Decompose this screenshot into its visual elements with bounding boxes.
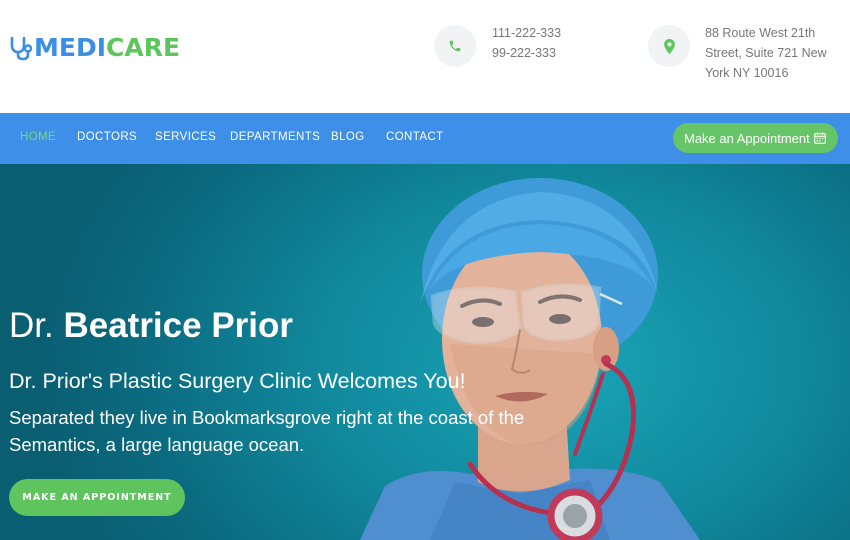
hero-appointment-button[interactable]: MAKE AN APPOINTMENT bbox=[9, 479, 185, 516]
logo[interactable]: MEDICARE bbox=[8, 34, 180, 62]
calendar-icon bbox=[813, 132, 826, 144]
make-appointment-label: Make an Appointment bbox=[684, 130, 810, 146]
main-nav: HOME DOCTORS SERVICES DEPARTMENTS BLOG C… bbox=[0, 113, 850, 164]
hero-title: Dr. Beatrice Prior bbox=[9, 305, 293, 347]
nav-item-home[interactable]: HOME bbox=[20, 131, 56, 143]
brand-name-part1: MEDI bbox=[34, 33, 107, 62]
hero-banner: Dr. Beatrice Prior Dr. Prior's Plastic S… bbox=[0, 164, 850, 540]
nav-item-contact[interactable]: CONTACT bbox=[386, 131, 444, 143]
phone-icon bbox=[449, 40, 461, 52]
hero-title-prefix: Dr. bbox=[9, 306, 64, 345]
stethoscope-icon bbox=[10, 36, 33, 61]
hero-title-name: Beatrice Prior bbox=[63, 306, 294, 345]
address-text: 88 Route West 21th Street, Suite 721 New… bbox=[705, 23, 835, 83]
site-header: MEDICARE 111-222-333 99-222-333 88 Route… bbox=[0, 0, 850, 110]
address-line-1: 88 Route West 21th bbox=[705, 26, 816, 40]
phone-icon-circle bbox=[434, 25, 476, 67]
phone-numbers: 111-222-333 99-222-333 bbox=[492, 23, 561, 63]
phone-contact: 111-222-333 99-222-333 bbox=[434, 25, 561, 67]
make-appointment-button[interactable]: Make an Appointment bbox=[673, 123, 838, 153]
address-line-3: York NY 10016 bbox=[705, 66, 789, 80]
nav-item-departments[interactable]: DEPARTMENTS bbox=[230, 131, 320, 143]
brand-name-part2: CARE bbox=[106, 33, 181, 62]
address-contact: 88 Route West 21th Street, Suite 721 New… bbox=[648, 25, 827, 80]
brand-name: MEDICARE bbox=[34, 34, 180, 62]
hero-description: Separated they live in Bookmarksgrove ri… bbox=[9, 407, 525, 455]
nav-item-services[interactable]: SERVICES bbox=[155, 131, 216, 143]
phone-number-1[interactable]: 111-222-333 bbox=[492, 23, 561, 43]
address-line-2: Street, Suite 721 New bbox=[705, 46, 827, 60]
location-icon-circle bbox=[648, 25, 690, 67]
phone-number-2[interactable]: 99-222-333 bbox=[492, 43, 561, 63]
hero-subtitle: Dr. Prior's Plastic Surgery Clinic Welco… bbox=[9, 369, 466, 393]
nav-item-doctors[interactable]: DOCTORS bbox=[77, 131, 137, 143]
nav-item-blog[interactable]: BLOG bbox=[331, 131, 365, 143]
location-pin-icon bbox=[663, 38, 675, 54]
